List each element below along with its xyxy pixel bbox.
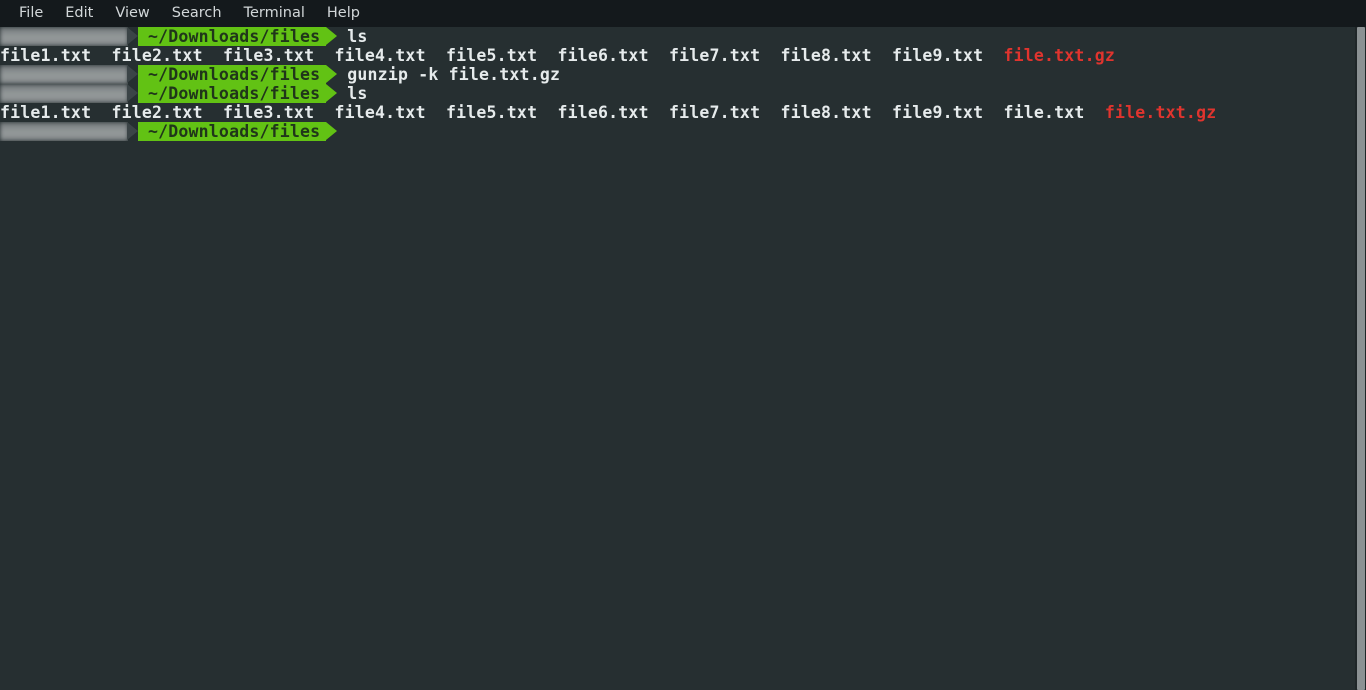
chevron-right-icon: [127, 122, 138, 140]
terminal-window: File Edit View Search Terminal Help ~/Downloa…: [0, 0, 1366, 690]
prompt-user-segment-redacted: [0, 65, 128, 84]
file-entry: file6.txt: [557, 46, 649, 65]
menu-bar: File Edit View Search Terminal Help: [0, 0, 1366, 27]
file-entry: file5.txt: [446, 103, 538, 122]
menu-item-view[interactable]: View: [104, 0, 160, 27]
file-separator: [537, 103, 557, 122]
menu-item-edit[interactable]: Edit: [54, 0, 104, 27]
ls-output-line: file1.txt file2.txt file3.txt file4.txt …: [0, 103, 1355, 122]
prompt-line: ~/Downloads/files ls: [0, 84, 1355, 103]
command-text: ls: [347, 84, 368, 103]
chevron-right-icon: [127, 27, 138, 45]
file-entry: file9.txt: [892, 103, 984, 122]
file-separator: [872, 103, 892, 122]
file-entry: file.txt: [1003, 103, 1085, 122]
file-separator: [426, 103, 446, 122]
file-entry: file7.txt: [669, 103, 761, 122]
file-entry: file.txt.gz: [1104, 103, 1217, 122]
file-separator: [983, 103, 1003, 122]
prompt-line: ~/Downloads/files gunzip -k file.txt.gz: [0, 65, 1355, 84]
file-entry: file9.txt: [892, 46, 984, 65]
file-separator: [649, 103, 669, 122]
file-entry: file2.txt: [111, 46, 203, 65]
prompt-path-segment: ~/Downloads/files: [138, 27, 327, 46]
file-entry: file6.txt: [557, 103, 649, 122]
prompt-user-segment-redacted: [0, 122, 128, 141]
ls-output-line: file1.txt file2.txt file3.txt file4.txt …: [0, 46, 1355, 65]
file-separator: [203, 103, 223, 122]
file-separator: [760, 103, 780, 122]
file-separator: [203, 46, 223, 65]
file-entry: file5.txt: [446, 46, 538, 65]
prompt-path-segment: ~/Downloads/files: [138, 84, 327, 103]
vertical-scrollbar-thumb[interactable]: [1357, 27, 1365, 690]
menu-item-search[interactable]: Search: [161, 0, 233, 27]
file-separator: [91, 103, 111, 122]
file-separator: [760, 46, 780, 65]
vertical-scrollbar[interactable]: [1355, 27, 1366, 690]
chevron-right-icon: [326, 27, 338, 45]
file-entry: file4.txt: [334, 103, 426, 122]
command-text: gunzip -k file.txt.gz: [347, 65, 561, 84]
chevron-right-icon: [127, 65, 138, 83]
chevron-right-icon: [326, 65, 338, 83]
file-separator: [314, 103, 334, 122]
file-separator: [872, 46, 892, 65]
file-separator: [649, 46, 669, 65]
file-entry: file8.txt: [780, 103, 872, 122]
file-entry: file4.txt: [334, 46, 426, 65]
chevron-right-icon: [326, 122, 338, 140]
file-separator: [983, 46, 1003, 65]
menu-item-file[interactable]: File: [8, 0, 54, 27]
prompt-line: ~/Downloads/files ls: [0, 27, 1355, 46]
prompt-line: ~/Downloads/files: [0, 122, 1355, 141]
prompt-path-segment: ~/Downloads/files: [138, 122, 327, 141]
file-separator: [426, 46, 446, 65]
file-separator: [91, 46, 111, 65]
chevron-right-icon: [127, 84, 138, 102]
file-entry: file3.txt: [223, 103, 315, 122]
menu-item-terminal[interactable]: Terminal: [233, 0, 316, 27]
file-separator: [537, 46, 557, 65]
file-entry: file1.txt: [0, 46, 92, 65]
file-separator: [1085, 103, 1105, 122]
prompt-user-segment-redacted: [0, 27, 128, 46]
file-entry: file1.txt: [0, 103, 92, 122]
file-entry: file3.txt: [223, 46, 315, 65]
file-separator: [314, 46, 334, 65]
terminal-output-area[interactable]: ~/Downloads/files ls file1.txt file2.txt f…: [0, 27, 1355, 690]
file-entry: file7.txt: [669, 46, 761, 65]
prompt-user-segment-redacted: [0, 84, 128, 103]
chevron-right-icon: [326, 84, 338, 102]
file-entry: file2.txt: [111, 103, 203, 122]
command-text: ls: [347, 27, 368, 46]
menu-item-help[interactable]: Help: [316, 0, 371, 27]
prompt-path-segment: ~/Downloads/files: [138, 65, 327, 84]
file-entry: file.txt.gz: [1003, 46, 1115, 65]
file-entry: file8.txt: [780, 46, 872, 65]
